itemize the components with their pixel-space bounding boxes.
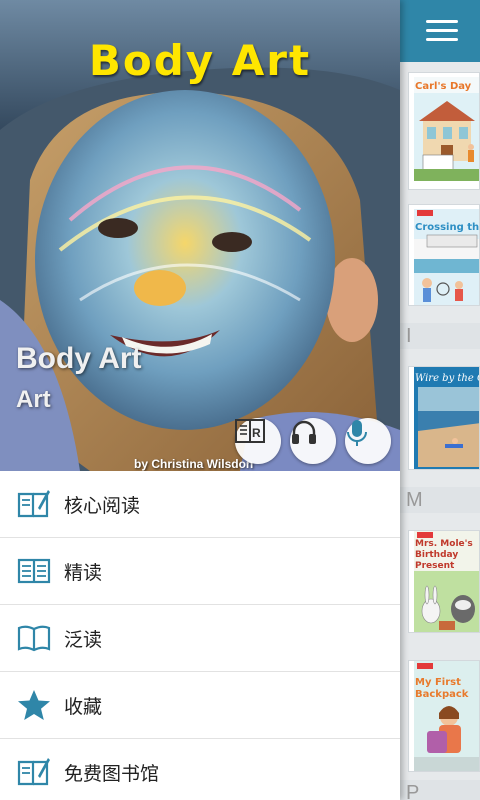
menu-item-label: 免费图书馆 [64, 762, 160, 785]
core-reading-icon [17, 490, 50, 518]
book-card[interactable]: Wire by the Ocean [408, 366, 480, 470]
menu-item-label: 精读 [64, 561, 103, 584]
section-letter: I [400, 323, 480, 349]
book-subtitle: Art [16, 386, 51, 413]
book-list-panel: Carl's Day Crossing the Bay I Wire by [400, 0, 480, 800]
book-title: Body Art [16, 342, 142, 375]
headphones-icon [292, 420, 316, 444]
menu-item-label: 泛读 [64, 628, 103, 651]
microphone-icon [347, 420, 367, 446]
book-cover-title: My First Backpack [415, 677, 469, 700]
navigation-drawer: Body Art Body Art Art by Christina Wilsd… [0, 0, 400, 800]
book-cover-title: Wire by the Ocean [415, 373, 479, 384]
intensive-reading-icon [17, 558, 51, 584]
book-card[interactable]: Carl's Day [408, 72, 480, 190]
free-library-icon [17, 758, 50, 786]
menu-item-label: 收藏 [64, 695, 103, 718]
star-icon [18, 690, 50, 720]
section-letter: P [400, 780, 480, 800]
cover-title: Body Art [88, 36, 312, 85]
book-card[interactable]: Crossing the Bay [408, 204, 480, 306]
menu-item-intensive-reading[interactable]: 精读 [0, 538, 400, 605]
book-card[interactable]: My First Backpack [408, 660, 480, 772]
menu-item-free-library[interactable]: 免费图书馆 [0, 739, 400, 800]
extensive-reading-icon [17, 625, 51, 652]
book-cover-title: Carl's Day [415, 81, 472, 92]
section-letter: M [400, 487, 480, 513]
record-button[interactable] [345, 418, 391, 464]
book-cover-image [414, 209, 479, 305]
book-cover-title: Crossing the Bay [415, 222, 479, 233]
menu-icon[interactable] [426, 18, 458, 44]
menu-item-favorites[interactable]: 收藏 [0, 672, 400, 739]
book-cover-title: Mrs. Mole's Birthday Present [415, 539, 473, 571]
book-author: by Christina Wilsdon [134, 457, 254, 471]
menu-item-label: 核心阅读 [64, 494, 141, 517]
app-header [400, 0, 480, 62]
book-card[interactable]: Mrs. Mole's Birthday Present [408, 530, 480, 633]
drawer-menu: 核心阅读 精读 泛读 收藏 免费图书馆 [0, 471, 400, 800]
svg-text:R: R [252, 426, 261, 440]
read-book-button[interactable]: R [235, 418, 281, 464]
menu-item-core-reading[interactable]: 核心阅读 [0, 471, 400, 538]
book-hero: Body Art Body Art Art by Christina Wilsd… [0, 0, 400, 471]
listen-button[interactable] [290, 418, 336, 464]
menu-item-extensive-reading[interactable]: 泛读 [0, 605, 400, 672]
read-book-icon: R [235, 419, 265, 443]
